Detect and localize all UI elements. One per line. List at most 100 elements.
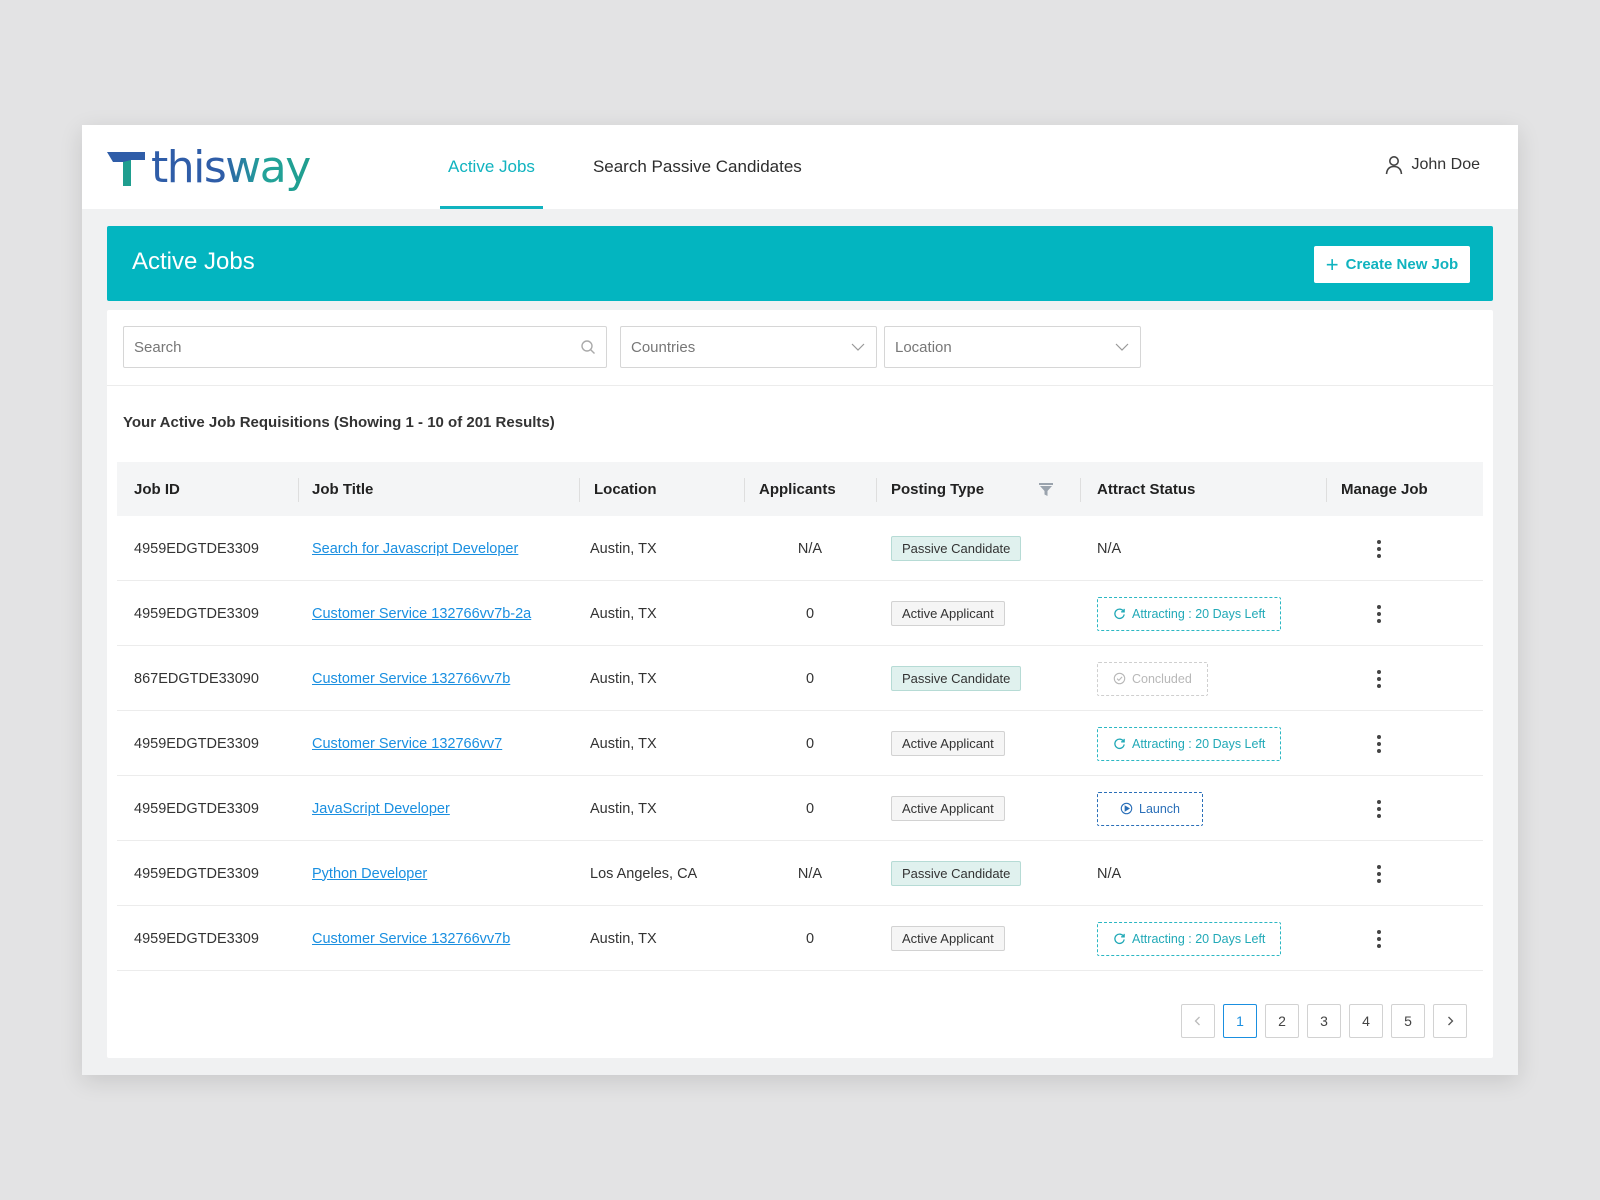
attract-status-attracting[interactable]: Attracting : 20 Days Left <box>1097 726 1282 761</box>
job-title-link[interactable]: Customer Service 132766vv7b-2a <box>312 606 531 622</box>
app-window: thisway Active Jobs Search Passive Candi… <box>82 125 1518 1075</box>
more-options-icon[interactable] <box>1369 667 1389 691</box>
attract-status-attracting[interactable]: Attracting : 20 Days Left <box>1097 596 1282 631</box>
more-options-icon[interactable] <box>1369 602 1389 626</box>
location-cell: Austin, TX <box>590 800 657 817</box>
countries-select-input[interactable] <box>621 338 876 356</box>
logo-mark-icon <box>107 152 145 186</box>
column-header-job-id[interactable]: Job ID <box>134 462 180 516</box>
page-button-4[interactable]: 4 <box>1349 1004 1383 1038</box>
more-options-icon[interactable] <box>1369 537 1389 561</box>
column-header-applicants[interactable]: Applicants <box>759 462 836 516</box>
job-title-link[interactable]: Customer Service 132766vv7b <box>312 671 510 687</box>
applicants-cell: 0 <box>805 735 815 752</box>
page-button-5[interactable]: 5 <box>1391 1004 1425 1038</box>
location-select-input[interactable] <box>885 338 1140 356</box>
column-header-job-title[interactable]: Job Title <box>312 462 373 516</box>
manage-job-cell <box>1369 646 1389 711</box>
prev-page-button[interactable] <box>1181 1004 1215 1038</box>
applicants-cell: 0 <box>805 930 815 947</box>
job-title-cell: Customer Service 132766vv7b <box>312 906 510 971</box>
page-header-banner: Active Jobs + Create New Job <box>107 226 1493 301</box>
table-row[interactable]: 4959EDGTDE3309 Customer Service 132766vv7… <box>117 906 1483 971</box>
page-button-1[interactable]: 1 <box>1223 1004 1257 1038</box>
countries-select[interactable] <box>620 326 877 368</box>
attract-status-concluded[interactable]: Concluded <box>1097 661 1208 696</box>
table-row[interactable]: 4959EDGTDE3309 Python Developer Los Angele… <box>117 841 1483 906</box>
posting-type-cell: Active Applicant <box>891 581 1005 646</box>
next-page-button[interactable] <box>1433 1004 1467 1038</box>
check-circle-icon <box>1113 672 1126 685</box>
posting-type-badge: Active Applicant <box>891 926 1005 951</box>
more-options-icon[interactable] <box>1369 862 1389 886</box>
applicants-cell: 0 <box>805 670 815 687</box>
manage-job-cell <box>1369 776 1389 841</box>
create-new-job-button[interactable]: + Create New Job <box>1314 246 1470 283</box>
posting-type-cell: Passive Candidate <box>891 516 1022 581</box>
job-title-link[interactable]: Search for Javascript Developer <box>312 541 518 557</box>
attract-status-label: Attracting : 20 Days Left <box>1132 736 1266 751</box>
page-button-2[interactable]: 2 <box>1265 1004 1299 1038</box>
attract-status-cell: N/A <box>1097 516 1121 581</box>
search-input[interactable] <box>124 338 606 356</box>
table-row[interactable]: 4959EDGTDE3309 Customer Service 132766vv7… <box>117 581 1483 646</box>
column-divider <box>1080 478 1081 502</box>
manage-job-cell <box>1369 841 1389 906</box>
job-title-cell: Search for Javascript Developer <box>312 516 518 581</box>
more-options-icon[interactable] <box>1369 797 1389 821</box>
column-header-manage-job[interactable]: Manage Job <box>1341 462 1428 516</box>
table-row[interactable]: 867EDGTDE33090 Customer Service 132766vv7… <box>117 646 1483 711</box>
play-circle-icon <box>1120 802 1133 815</box>
table-row[interactable]: 4959EDGTDE3309 Customer Service 132766vv7… <box>117 711 1483 776</box>
attract-status-cell: Attracting : 20 Days Left <box>1097 581 1282 646</box>
column-header-location[interactable]: Location <box>594 462 657 516</box>
search-field <box>123 326 607 368</box>
location-select[interactable] <box>884 326 1141 368</box>
job-title-cell: Python Developer <box>312 841 427 906</box>
more-options-icon[interactable] <box>1369 732 1389 756</box>
job-id-cell: 4959EDGTDE3309 <box>134 930 259 947</box>
tab-active-jobs[interactable]: Active Jobs <box>440 125 543 209</box>
job-title-link[interactable]: JavaScript Developer <box>312 801 450 817</box>
job-title-link[interactable]: Customer Service 132766vv7 <box>312 736 502 752</box>
attract-status-cell: Launch <box>1097 776 1204 841</box>
refresh-icon <box>1114 933 1125 945</box>
column-header-posting-type[interactable]: Posting Type <box>891 462 984 516</box>
applicants-cell: 0 <box>805 605 815 622</box>
search-icon[interactable] <box>580 339 596 355</box>
tab-search-passive-candidates[interactable]: Search Passive Candidates <box>585 125 810 209</box>
page-button-3[interactable]: 3 <box>1307 1004 1341 1038</box>
attract-status-label: Concluded <box>1132 671 1192 686</box>
page-title: Active Jobs <box>132 248 255 275</box>
job-id-cell: 4959EDGTDE3309 <box>134 540 259 557</box>
thisway-logo[interactable]: thisway <box>107 143 311 193</box>
column-header-attract-status[interactable]: Attract Status <box>1097 462 1195 516</box>
attract-status-label: Launch <box>1139 801 1181 816</box>
location-cell: Austin, TX <box>590 735 657 752</box>
applicants-cell: N/A <box>797 865 823 882</box>
column-divider <box>579 478 580 502</box>
user-menu[interactable]: John Doe <box>1384 155 1480 175</box>
column-divider <box>1326 478 1327 502</box>
job-title-link[interactable]: Python Developer <box>312 866 427 882</box>
refresh-icon <box>1114 738 1125 750</box>
manage-job-cell <box>1369 906 1389 971</box>
posting-type-badge: Active Applicant <box>891 731 1005 756</box>
attract-status-text: N/A <box>1097 865 1122 882</box>
table-row[interactable]: 4959EDGTDE3309 JavaScript Developer Austin… <box>117 776 1483 841</box>
job-id-cell: 4959EDGTDE3309 <box>134 735 259 752</box>
table-row[interactable]: 4959EDGTDE3309 Search for Javascript Deve… <box>117 516 1483 581</box>
location-cell: Austin, TX <box>590 540 657 557</box>
user-icon <box>1385 156 1402 175</box>
chevron-down-icon <box>851 343 865 351</box>
job-id-cell: 4959EDGTDE3309 <box>134 605 259 622</box>
table-header-row: Job ID Job Title Location Applicants Pos… <box>117 462 1483 516</box>
more-options-icon[interactable] <box>1369 927 1389 951</box>
attract-status-cell: Concluded <box>1097 646 1208 711</box>
attract-status-launch[interactable]: Launch <box>1097 791 1204 826</box>
filter-icon[interactable] <box>1039 483 1053 496</box>
job-title-link[interactable]: Customer Service 132766vv7b <box>312 931 510 947</box>
jobs-table: Job ID Job Title Location Applicants Pos… <box>117 462 1483 971</box>
attract-status-attracting[interactable]: Attracting : 20 Days Left <box>1097 921 1282 956</box>
location-cell: Los Angeles, CA <box>590 865 698 882</box>
